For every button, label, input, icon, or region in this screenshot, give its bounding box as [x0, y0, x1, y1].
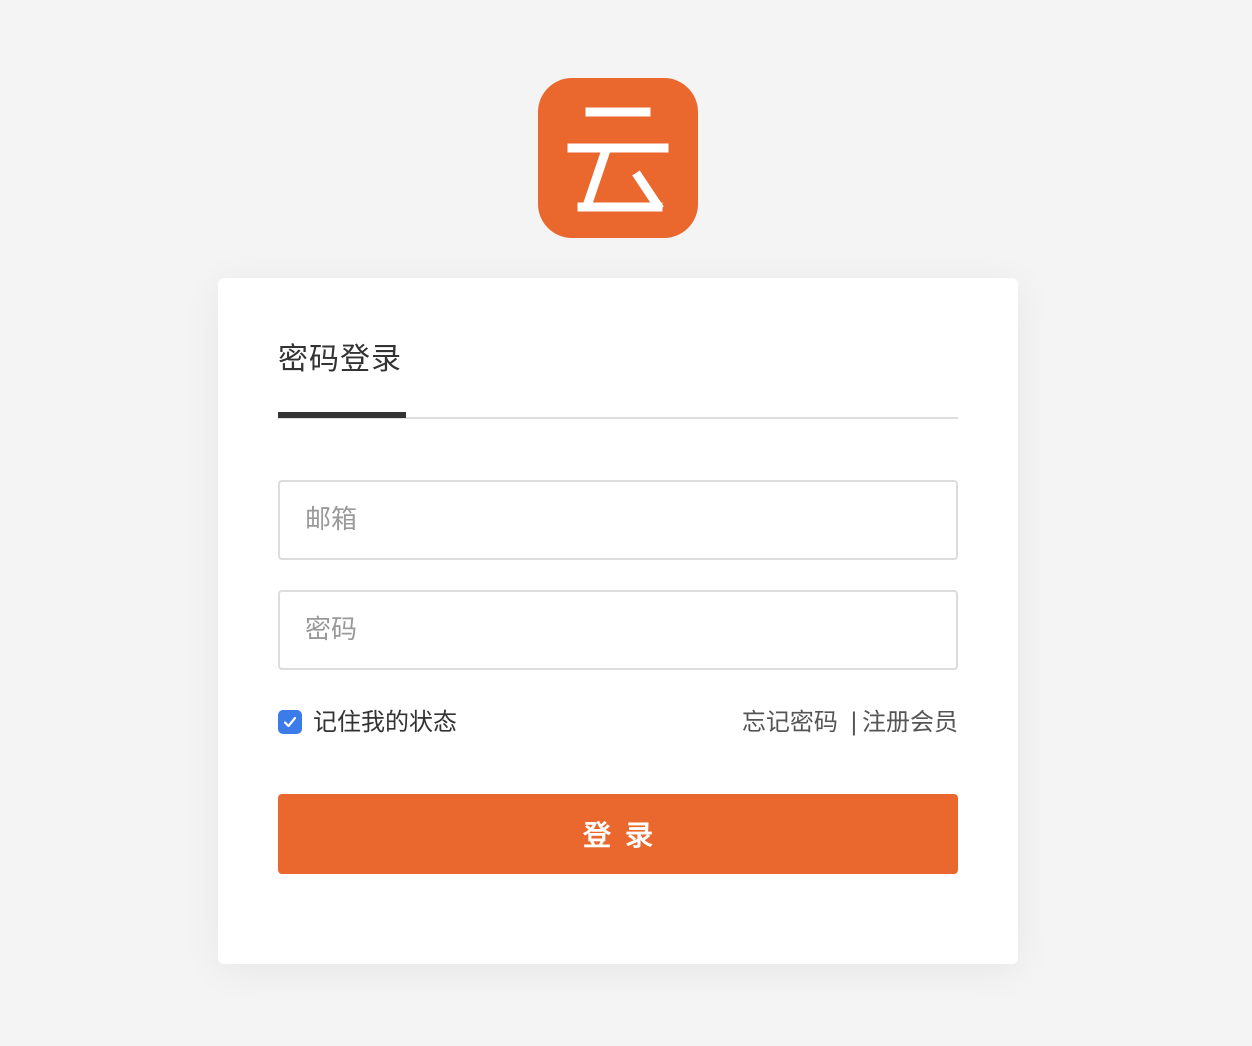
- logo: [538, 78, 698, 238]
- email-input[interactable]: [280, 482, 956, 558]
- login-card: 密码登录 记住我的状态 忘记密码 | 注册会员 登录: [218, 278, 1018, 964]
- email-field[interactable]: [278, 480, 958, 560]
- remember-checkbox[interactable]: [278, 710, 302, 734]
- check-icon: [283, 716, 297, 728]
- register-link[interactable]: 注册会员: [862, 706, 958, 738]
- login-button[interactable]: 登录: [278, 794, 958, 874]
- forgot-password-link[interactable]: 忘记密码: [742, 706, 838, 738]
- cloud-character-logo-icon: [567, 107, 669, 212]
- remember-label: 记住我的状态: [313, 708, 457, 736]
- account-links: 忘记密码 | 注册会员: [742, 706, 958, 738]
- link-separator: |: [849, 708, 858, 736]
- password-input[interactable]: [280, 592, 956, 668]
- tab-active-indicator: [278, 412, 406, 418]
- tab-password-login[interactable]: 密码登录: [278, 340, 402, 380]
- password-field[interactable]: [278, 590, 958, 670]
- remember-me[interactable]: 记住我的状态: [278, 706, 457, 738]
